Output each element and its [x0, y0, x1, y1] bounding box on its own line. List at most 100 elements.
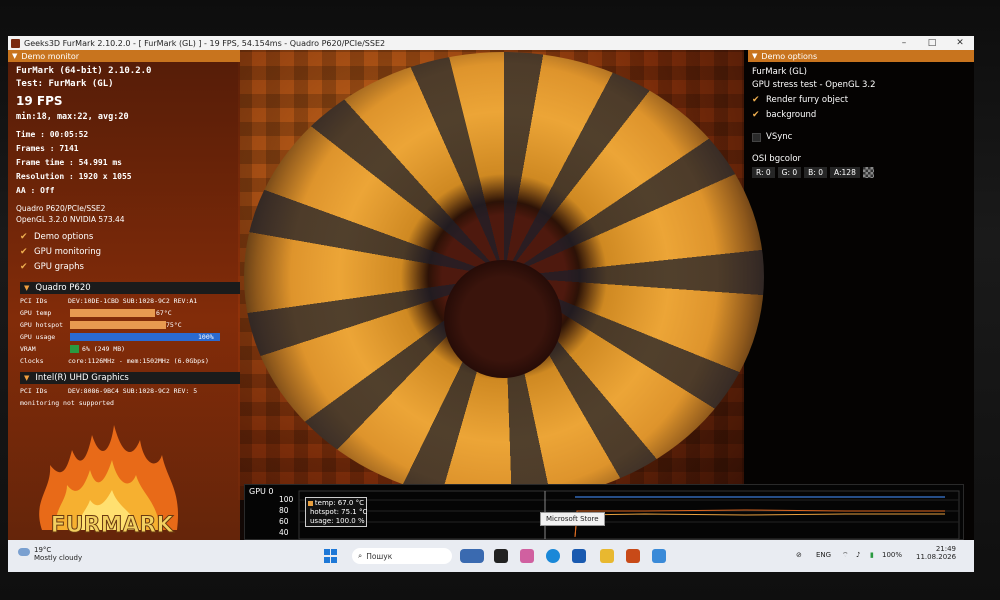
checkbox-label: Render furry object — [766, 95, 849, 105]
windows-logo-icon — [331, 556, 337, 563]
legend-usage: usage: 100.0 % — [308, 517, 365, 525]
widget-thumbnail-icon[interactable] — [460, 549, 484, 563]
demo-options-toggle[interactable]: ✔ Demo options — [20, 232, 93, 242]
collapse-triangle-icon: ▼ — [24, 374, 30, 382]
aa-readout: AA : Off — [16, 186, 55, 195]
pci-value: DEV:10DE-1CBD SUB:1028-9C2 REV:A1 — [68, 297, 198, 305]
gpu0-pci-row: PCI IDs DEV:10DE-1CBD SUB:1028-9C2 REV:A… — [20, 297, 197, 305]
vsync-checkbox[interactable]: VSync — [752, 132, 792, 142]
system-clock[interactable]: 21:49 11.08.2026 — [916, 545, 956, 561]
checkmark-icon: ✔ — [20, 247, 28, 257]
start-button[interactable] — [324, 549, 338, 563]
windows-logo-icon — [331, 549, 337, 555]
screen: Geeks3D FurMark 2.10.2.0 - [ FurMark (GL… — [8, 36, 974, 572]
notifications-off-icon[interactable]: ⊘ — [796, 551, 802, 559]
taskbar-tooltip: Microsoft Store — [540, 512, 605, 526]
wifi-icon[interactable]: ⌔ — [842, 551, 849, 560]
demo-monitor-header[interactable]: ▼ Demo monitor — [8, 50, 240, 62]
checkmark-icon: ✔ — [752, 110, 760, 120]
render-furry-checkbox[interactable]: ✔ Render furry object — [752, 95, 848, 105]
file-explorer-icon[interactable] — [600, 549, 614, 563]
osi-bgcolor-fields: R: 0 G: 0 B: 0 A:128 — [752, 167, 874, 178]
clocks-label: Clocks — [20, 357, 44, 365]
edge-browser-icon[interactable] — [546, 549, 560, 563]
unchecked-box-icon — [752, 132, 761, 142]
gpu-hotspot-bar — [70, 321, 166, 329]
furmark-app-icon — [11, 38, 20, 48]
temp-series-line — [574, 513, 945, 538]
copilot-icon[interactable] — [520, 549, 534, 563]
demo-options-header[interactable]: ▼ Demo options — [748, 50, 974, 62]
checkbox-label: Demo options — [34, 232, 94, 242]
legend-label: usage: 100.0 % — [310, 517, 365, 525]
taskbar-search[interactable]: ⌕ Пошук — [352, 548, 452, 564]
color-preview-swatch[interactable] — [862, 167, 874, 178]
gpu-temp-bar — [70, 309, 155, 317]
gpu0-name: Quadro P620 — [35, 283, 91, 293]
clock-date: 11.08.2026 — [916, 553, 957, 561]
checkmark-icon: ✔ — [20, 232, 28, 242]
color-g-field[interactable]: G: 0 — [777, 167, 802, 178]
app-version: FurMark (64-bit) 2.10.2.0 — [16, 66, 152, 76]
battery-percent: 100% — [882, 551, 903, 559]
gpu1-pci-row: PCI IDs DEV:8086-9BC4 SUB:1028-9C2 REV: … — [20, 387, 197, 395]
gpu-graphs-toggle[interactable]: ✔ GPU graphs — [20, 262, 84, 272]
pci-label: PCI IDs — [20, 387, 48, 395]
language-indicator[interactable]: ENG — [816, 551, 831, 559]
vram-bar — [70, 345, 79, 353]
demo-monitor-title: Demo monitor — [21, 51, 80, 61]
gpu-hotspot-value: 75°C — [166, 321, 182, 329]
gpu0-usage-row: GPU usage — [20, 333, 68, 341]
task-view-icon[interactable] — [494, 549, 508, 563]
demo-description: GPU stress test - OpenGL 3.2 — [752, 80, 876, 90]
background-checkbox[interactable]: ✔ background — [752, 110, 816, 120]
taskbar: 19°C Mostly cloudy ⌕ Пошук ⊘ ENG ⌔ ♪ ▮ 1… — [8, 540, 974, 572]
fps-stats: min:18, max:22, avg:20 — [16, 112, 129, 122]
search-placeholder: Пошук — [366, 551, 393, 561]
search-icon: ⌕ — [358, 551, 363, 560]
monitoring-note: monitoring not supported — [20, 399, 114, 407]
plot-frame — [298, 490, 960, 540]
color-a-field[interactable]: A:128 — [830, 167, 860, 178]
gpu-usage-value: 100% — [198, 333, 214, 341]
gpu-monitoring-toggle[interactable]: ✔ GPU monitoring — [20, 247, 101, 257]
checkbox-label: GPU monitoring — [34, 247, 102, 257]
close-button[interactable]: ✕ — [946, 36, 974, 50]
osi-bgcolor-label: OSI bgcolor — [752, 154, 802, 164]
legend-hotspot: hotspot: 75.1 °C — [308, 508, 367, 516]
demo-options-title: Demo options — [761, 51, 818, 61]
battery-icon[interactable]: ▮ — [870, 551, 874, 559]
demo-options-panel: ▼ Demo options FurMark (GL) GPU stress t… — [748, 50, 974, 190]
legend-label: temp: 67.0 °C — [314, 499, 364, 507]
gpu1-header[interactable]: ▼ Intel(R) UHD Graphics — [20, 372, 240, 384]
vram-value: 6% (249 MB) — [82, 345, 126, 353]
volume-icon[interactable]: ♪ — [856, 551, 860, 559]
weather-widget[interactable]: 19°C Mostly cloudy — [18, 546, 82, 562]
legend-swatch — [308, 500, 313, 506]
collapse-triangle-icon: ▼ — [752, 52, 758, 60]
demo-monitor-panel: ▼ Demo monitor FurMark (64-bit) 2.10.2.0… — [8, 50, 240, 540]
collapse-triangle-icon: ▼ — [24, 284, 30, 292]
pci-label: PCI IDs — [20, 297, 48, 305]
windows-logo-icon — [324, 556, 330, 563]
checkbox-label: background — [766, 110, 817, 120]
temp-label: GPU temp — [20, 309, 52, 317]
gpu0-header[interactable]: ▼ Quadro P620 — [20, 282, 240, 294]
microsoft-store-icon[interactable] — [572, 549, 586, 563]
furmark-taskbar-icon[interactable] — [626, 549, 640, 563]
color-r-field[interactable]: R: 0 — [752, 167, 775, 178]
clocks-value: core:1126MHz - mem:1502MHz (6.0Gbps) — [68, 357, 209, 365]
fps-value: 19 FPS — [16, 94, 63, 108]
donut-hole — [444, 260, 562, 378]
frame-time-readout: Frame time : 54.991 ms — [16, 158, 122, 167]
app-window-icon[interactable] — [652, 549, 666, 563]
checkbox-label: VSync — [766, 132, 793, 142]
checkbox-label: GPU graphs — [34, 262, 84, 272]
graph-legend: temp: 67.0 °C hotspot: 75.1 °C usage: 10… — [305, 497, 367, 527]
maximize-button[interactable]: □ — [918, 36, 946, 50]
opengl-version: OpenGL 3.2.0 NVIDIA 573.44 — [16, 215, 125, 224]
frames-readout: Frames : 7141 — [16, 144, 79, 153]
minimize-button[interactable]: – — [890, 36, 918, 50]
color-b-field[interactable]: B: 0 — [804, 167, 827, 178]
window-titlebar: Geeks3D FurMark 2.10.2.0 - [ FurMark (GL… — [8, 36, 974, 50]
